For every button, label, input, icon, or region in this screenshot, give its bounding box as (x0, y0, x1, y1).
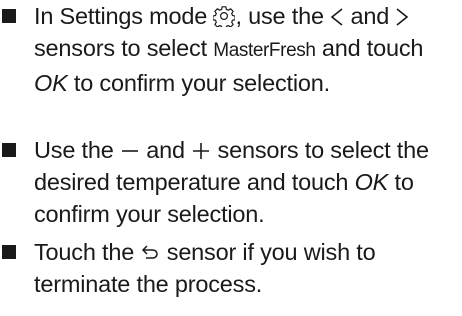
instruction-item-temperature: Use the and sensors to select the desire… (0, 134, 462, 230)
bullet-square (2, 9, 16, 23)
text-fragment: , use the (235, 3, 331, 29)
left-arrow-icon (330, 7, 344, 27)
bullet-square (2, 143, 16, 157)
text-fragment: In Settings mode (34, 3, 214, 29)
text-fragment: to confirm your selection. (67, 70, 330, 96)
text-fragment: and touch (315, 35, 424, 61)
instruction-item-settings-mode: In Settings mode , use the and sensors t… (0, 0, 462, 99)
mode-label: MasterFresh (213, 40, 316, 61)
text-fragment: sensors to select (34, 35, 214, 61)
settings-gear-icon (213, 5, 236, 27)
minus-icon (120, 141, 140, 161)
right-arrow-icon (395, 7, 409, 27)
bullet-square (2, 245, 16, 259)
instruction-list: In Settings mode , use the and sensors t… (0, 0, 462, 316)
instruction-text: In Settings mode , use the and sensors t… (34, 0, 462, 99)
ok-label: OK (354, 169, 389, 195)
text-fragment: and (344, 3, 396, 29)
instruction-item-terminate: Touch the sensor if you wish to terminat… (0, 236, 462, 300)
instruction-text: Touch the sensor if you wish to terminat… (34, 236, 462, 300)
text-fragment: Touch the (34, 239, 141, 265)
ok-label: OK (34, 70, 68, 96)
plus-icon (191, 141, 211, 161)
back-arrow-icon (140, 243, 160, 263)
text-fragment: Use the (34, 137, 120, 163)
text-fragment: and (139, 137, 192, 163)
instruction-text: Use the and sensors to select the desire… (34, 134, 462, 230)
